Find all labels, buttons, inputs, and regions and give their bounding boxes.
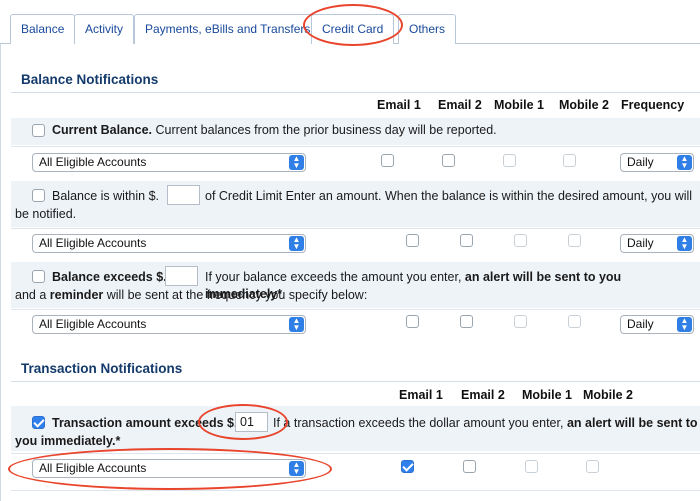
row-divider [11, 146, 700, 147]
balance-within-email-1[interactable] [406, 234, 419, 247]
current-balance-checkbox[interactable] [32, 124, 45, 137]
transaction-account-select[interactable]: All Eligible Accounts ▲ ▼ [32, 459, 306, 478]
chevron-updown-icon: ▲ ▼ [677, 317, 692, 332]
chevron-updown-icon: ▲ ▼ [289, 236, 304, 251]
col-email-1: Email 1 [377, 98, 421, 112]
col-mobile-1: Mobile 1 [522, 388, 573, 402]
alert-tabs: Balance Activity Payments, eBills and Tr… [0, 0, 700, 45]
current-balance-label: Current Balance. Current balances from t… [52, 123, 497, 137]
balance-within-amount-input[interactable] [167, 185, 200, 205]
col-email-1: Email 1 [399, 388, 443, 402]
tab-payments-ebills-transfers[interactable]: Payments, eBills and Transfers [134, 14, 322, 44]
current-balance-email-2[interactable] [442, 154, 455, 167]
balance-exceeds-mobile-2[interactable] [568, 315, 581, 328]
row-divider [11, 490, 700, 491]
chevron-updown-icon: ▲ ▼ [289, 155, 304, 170]
current-balance-account-select[interactable]: All Eligible Accounts ▲ ▼ [32, 153, 306, 172]
col-frequency: Frequency [621, 98, 685, 112]
transaction-amount-description: If a transaction exceeds the dollar amou… [273, 416, 698, 430]
balance-within-mobile-2[interactable] [568, 234, 581, 247]
balance-exceeds-checkbox[interactable] [32, 270, 45, 283]
col-mobile-2: Mobile 2 [583, 388, 634, 402]
balance-exceeds-email-2[interactable] [460, 315, 473, 328]
row-divider [11, 228, 700, 229]
balance-within-mobile-1[interactable] [514, 234, 527, 247]
transaction-notifications-title: Transaction Notifications [21, 361, 183, 376]
chevron-updown-icon: ▲ ▼ [677, 236, 692, 251]
tab-balance[interactable]: Balance [10, 14, 76, 44]
balance-within-account-select[interactable]: All Eligible Accounts ▲ ▼ [32, 234, 306, 253]
balance-within-email-2[interactable] [460, 234, 473, 247]
col-mobile-2: Mobile 2 [559, 98, 610, 112]
balance-within-label: Balance is within $. [52, 189, 160, 203]
transaction-email-1[interactable] [401, 460, 414, 473]
balance-notifications-title: Balance Notifications [21, 72, 159, 87]
row-divider [11, 453, 700, 454]
current-balance-mobile-1[interactable] [503, 154, 516, 167]
chevron-updown-icon: ▲ ▼ [289, 317, 304, 332]
tab-others[interactable]: Others [398, 14, 457, 44]
current-balance-email-1[interactable] [381, 154, 394, 167]
transaction-mobile-1[interactable] [525, 460, 538, 473]
transaction-mobile-2[interactable] [586, 460, 599, 473]
balance-within-description: of Credit Limit Enter an amount. When th… [205, 189, 693, 203]
current-balance-mobile-2[interactable] [563, 154, 576, 167]
balance-within-description-line2: be notified. [15, 207, 77, 221]
section-divider [11, 381, 700, 382]
col-mobile-1: Mobile 1 [494, 98, 545, 112]
balance-exceeds-description-line2: and a reminder will be sent at the frequ… [15, 288, 368, 302]
chevron-updown-icon: ▲ ▼ [677, 155, 692, 170]
tab-credit-card[interactable]: Credit Card [311, 14, 395, 45]
chevron-updown-icon: ▲ ▼ [289, 461, 304, 476]
balance-within-checkbox[interactable] [32, 189, 45, 202]
transaction-amount-label: Transaction amount exceeds $. [52, 416, 238, 430]
col-email-2: Email 2 [461, 388, 505, 402]
transaction-amount-checkbox[interactable] [32, 416, 45, 429]
balance-exceeds-email-1[interactable] [406, 315, 419, 328]
transaction-email-2[interactable] [463, 460, 476, 473]
balance-exceeds-label: Balance exceeds $. [52, 270, 167, 284]
transaction-amount-input[interactable]: 01 [235, 412, 268, 432]
balance-exceeds-amount-input[interactable] [165, 266, 198, 286]
balance-within-frequency-select[interactable]: Daily ▲ ▼ [620, 234, 694, 253]
balance-exceeds-frequency-select[interactable]: Daily ▲ ▼ [620, 315, 694, 334]
section-divider [11, 92, 700, 93]
balance-exceeds-mobile-1[interactable] [514, 315, 527, 328]
transaction-amount-description-line2: you immediately.* [15, 434, 121, 448]
row-divider [11, 309, 700, 310]
current-balance-frequency-select[interactable]: Daily ▲ ▼ [620, 153, 694, 172]
tab-activity[interactable]: Activity [74, 14, 135, 44]
col-email-2: Email 2 [438, 98, 482, 112]
notifications-panel: Balance Notifications Email 1 Email 2 Mo… [0, 44, 700, 501]
balance-exceeds-account-select[interactable]: All Eligible Accounts ▲ ▼ [32, 315, 306, 334]
